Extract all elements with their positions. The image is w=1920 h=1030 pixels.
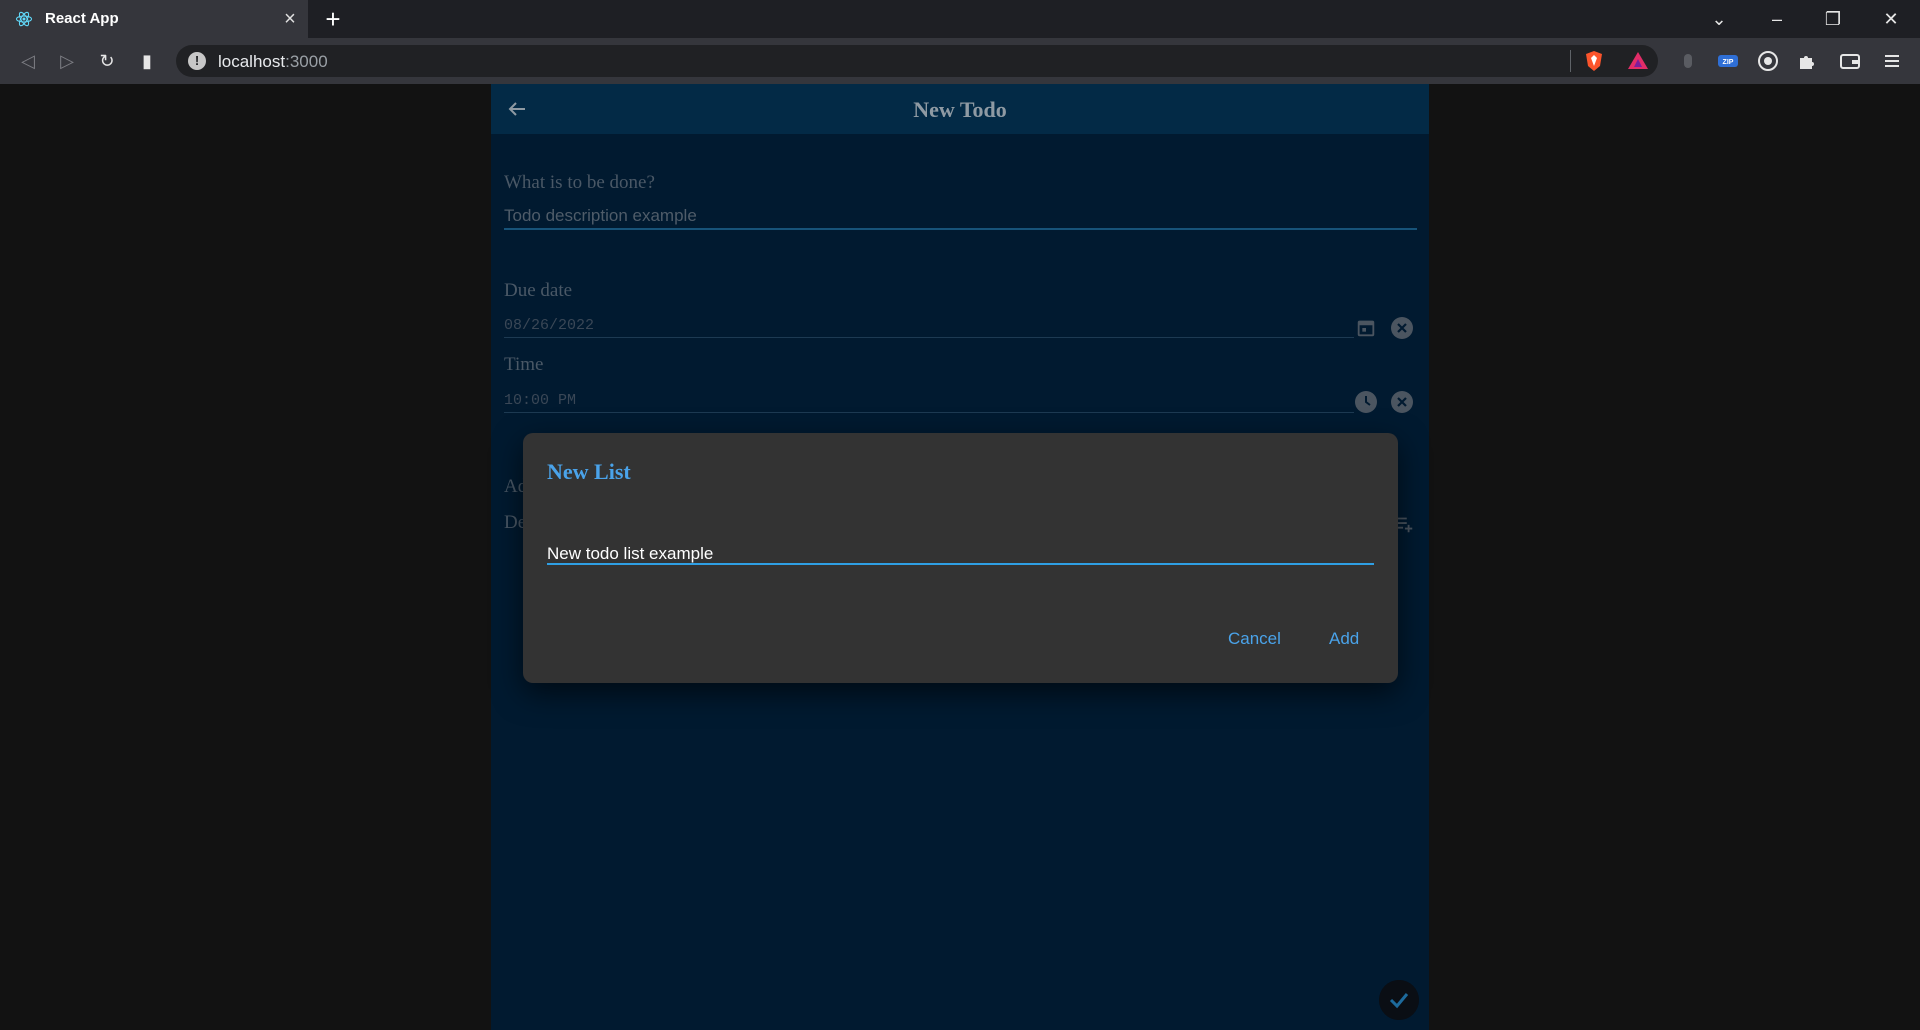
- url-text[interactable]: localhost:3000: [218, 52, 328, 72]
- time-label: Time: [504, 354, 544, 375]
- description-underline: [504, 228, 1417, 230]
- restore-icon[interactable]: ❐: [1820, 6, 1846, 32]
- minimize-icon[interactable]: –: [1764, 6, 1790, 32]
- new-tab-icon[interactable]: +: [320, 6, 346, 32]
- page-title: New Todo: [913, 97, 1007, 122]
- reload-icon[interactable]: ↻: [94, 48, 120, 74]
- tab-title: React App: [45, 10, 119, 27]
- extension-hand-icon[interactable]: [1676, 49, 1700, 73]
- time-input[interactable]: 10:00 PM: [504, 392, 576, 409]
- wallet-icon[interactable]: [1838, 49, 1862, 73]
- svg-text:ZIP: ZIP: [1723, 59, 1734, 66]
- due-date-input[interactable]: 08/26/2022: [504, 317, 594, 334]
- due-date-underline: [504, 337, 1354, 338]
- address-bar[interactable]: [176, 45, 1658, 77]
- clear-date-icon[interactable]: [1391, 317, 1413, 339]
- clock-icon[interactable]: [1355, 391, 1377, 413]
- input-underline: [547, 563, 1374, 565]
- browser-tab-bar: React App × + ⌄ – ❐ ✕: [0, 0, 1920, 38]
- time-underline: [504, 412, 1354, 413]
- back-nav-icon[interactable]: ◁: [15, 48, 41, 74]
- site-info-icon[interactable]: !: [188, 52, 206, 70]
- clear-time-icon[interactable]: [1391, 391, 1413, 413]
- address-divider: [1570, 50, 1571, 72]
- record-extension-icon[interactable]: [1756, 49, 1780, 73]
- description-label: What is to be done?: [504, 172, 655, 193]
- extensions-puzzle-icon[interactable]: [1796, 49, 1820, 73]
- calendar-icon[interactable]: [1355, 317, 1377, 339]
- browser-tab[interactable]: React App ×: [0, 0, 308, 38]
- close-tab-icon[interactable]: ×: [280, 9, 300, 29]
- brave-shield-icon[interactable]: [1582, 49, 1606, 73]
- dialog-title: New List: [547, 459, 631, 484]
- menu-icon[interactable]: [1880, 49, 1904, 73]
- new-list-dialog: New List Cancel Add: [523, 433, 1398, 683]
- brave-rewards-icon[interactable]: [1626, 49, 1650, 73]
- save-todo-button[interactable]: [1379, 980, 1419, 1020]
- forward-nav-icon[interactable]: ▷: [54, 48, 80, 74]
- app-bar: New Todo: [491, 84, 1429, 134]
- bookmark-icon[interactable]: ▮: [134, 48, 160, 74]
- tab-search-icon[interactable]: ⌄: [1706, 6, 1732, 32]
- cancel-button[interactable]: Cancel: [1228, 629, 1281, 649]
- description-input[interactable]: Todo description example: [504, 206, 697, 226]
- zip-extension-icon[interactable]: ZIP: [1716, 49, 1740, 73]
- add-button[interactable]: Add: [1329, 629, 1359, 649]
- due-date-label: Due date: [504, 280, 573, 301]
- window-close-icon[interactable]: ✕: [1878, 6, 1904, 32]
- react-logo-icon: [15, 11, 33, 27]
